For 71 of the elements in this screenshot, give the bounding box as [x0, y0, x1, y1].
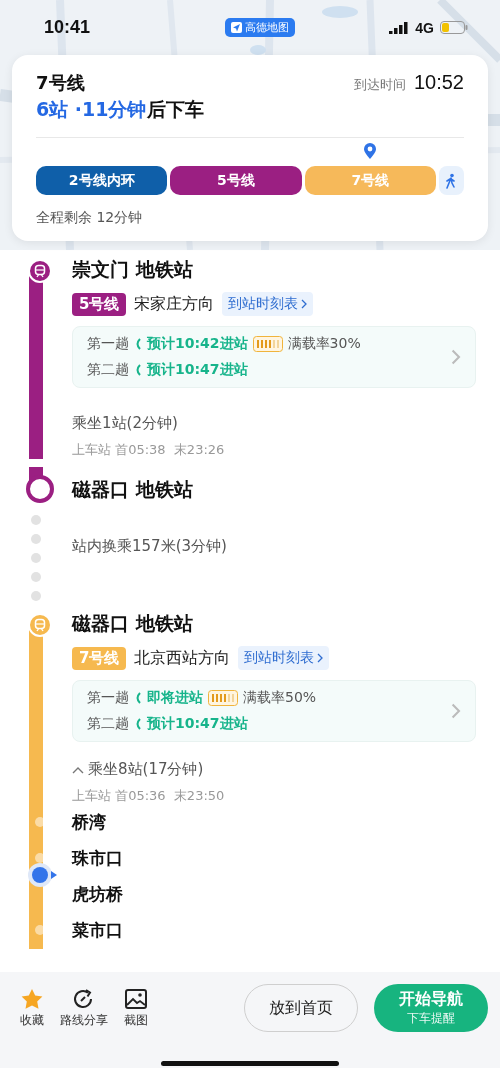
toolbar-action[interactable]: 收藏	[20, 987, 44, 1029]
metro-icon	[33, 264, 47, 278]
crowd-icon	[252, 336, 283, 352]
arrivals-panel[interactable]: 第一趟 预计10:42进站 满载率30% 第二趟 预计10:47进站	[72, 326, 476, 388]
stop-name: 珠市口	[72, 847, 124, 870]
arrival-status: 预计10:47进站	[147, 361, 248, 379]
remaining-time: 全程剩余 12分钟	[36, 209, 144, 227]
signal-wave-icon	[134, 718, 142, 730]
toolbar-action[interactable]: 路线分享	[60, 987, 108, 1029]
star-icon	[20, 987, 44, 1010]
toolbar-action[interactable]: 截图	[124, 987, 148, 1029]
signal-wave-icon	[134, 364, 142, 376]
chevron-icon	[451, 703, 461, 719]
signal-wave-icon	[134, 692, 142, 704]
pin-to-home-button[interactable]: 放到首页	[244, 984, 358, 1032]
send-arrow-icon	[230, 22, 242, 33]
route-segment: 5号线	[170, 166, 302, 195]
walk-path-dot	[31, 591, 41, 601]
crowd-icon	[208, 690, 238, 706]
train-label: 第一趟	[87, 689, 129, 707]
arrival-time: 10:52	[413, 71, 464, 94]
station-name: 崇文门 地铁站	[72, 257, 194, 282]
stop-name: 桥湾	[72, 811, 107, 834]
station-name: 磁器口 地铁站	[72, 477, 194, 502]
train-label: 第二趟	[87, 715, 129, 733]
service-hours: 上车站 首05:36 末23:50	[72, 787, 226, 805]
route-segment: 2号线内环	[36, 166, 168, 195]
walking-person-icon	[445, 172, 458, 189]
arrival-status: 即将进站	[147, 689, 203, 707]
service-hours: 上车站 首05:38 末23:26	[72, 441, 226, 459]
caret-up-icon	[72, 765, 84, 774]
train-label: 第二趟	[87, 361, 129, 379]
transfer-info: 站内换乘157米(3分钟)	[72, 537, 228, 556]
arrival-status: 预计10:47进站	[147, 715, 248, 733]
direction: 北京西站方向	[134, 647, 231, 669]
arrivals-panel[interactable]: 第一趟 即将进站 满载率50% 第二趟 预计10:47进站	[72, 680, 476, 742]
timetable-link[interactable]: 到站时刻表	[238, 646, 330, 670]
chevron-icon	[301, 299, 308, 309]
stop-name: 虎坊桥	[72, 883, 124, 906]
metro-icon	[33, 618, 47, 632]
load-rate: 满载率30%	[287, 335, 361, 353]
walk-path-dot	[31, 572, 41, 582]
image-icon	[124, 987, 148, 1010]
walk-path-dot	[31, 534, 41, 544]
stops-remaining: 6站 ·11分钟后下车	[36, 97, 204, 122]
clock: 10:41	[44, 17, 91, 38]
walk-path-dot	[31, 515, 41, 525]
route-line-segment	[29, 913, 43, 949]
current-line: 7号线	[36, 71, 86, 95]
exit-station-ring	[26, 475, 54, 503]
line-tag: 7号线	[72, 646, 127, 670]
app-badge[interactable]: 高德地图	[224, 18, 295, 37]
network-type: 4G	[415, 19, 434, 36]
signal-wave-icon	[134, 338, 142, 350]
stop-name: 菜市口	[72, 919, 124, 942]
route-segment: 7号线	[304, 166, 436, 195]
train-label: 第一趟	[87, 335, 129, 353]
direction: 宋家庄方向	[134, 293, 215, 315]
station-name: 磁器口 地铁站	[72, 611, 194, 636]
arrival-status: 预计10:42进站	[147, 335, 248, 353]
load-rate: 满载率50%	[243, 689, 317, 707]
timetable-link[interactable]: 到站时刻表	[222, 292, 314, 316]
battery-icon	[440, 21, 468, 34]
line-tag: 5号线	[72, 292, 127, 316]
signal-icon	[389, 21, 410, 34]
chevron-icon	[317, 653, 324, 663]
ride-info[interactable]: 乘坐8站(17分钟)	[72, 760, 476, 779]
arrival-label: 到达时间	[353, 76, 406, 94]
ride-info[interactable]: 乘坐1站(2分钟)	[72, 414, 476, 433]
walk-path-dot	[31, 553, 41, 563]
chevron-icon	[451, 349, 461, 365]
